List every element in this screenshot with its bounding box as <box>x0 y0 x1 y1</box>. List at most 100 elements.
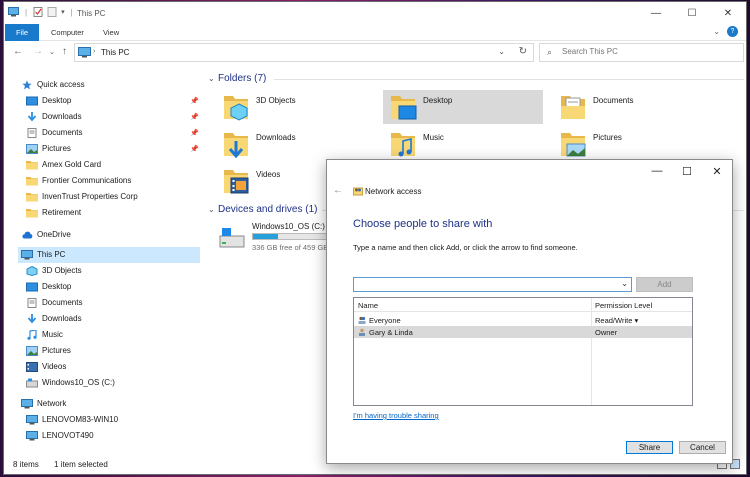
selection-count: 1 item selected <box>54 460 108 469</box>
nav-item-folder[interactable]: Amex Gold Card <box>26 157 101 173</box>
nav-item-drive[interactable]: Windows10_OS (C:) <box>26 375 115 391</box>
pin-icon[interactable]: 📌 <box>190 129 199 137</box>
nav-label: Documents <box>42 128 83 137</box>
properties-icon[interactable] <box>33 7 44 17</box>
refresh-icon[interactable]: ↻ <box>519 46 527 57</box>
folder-tile-downloads[interactable]: Downloads <box>216 127 376 161</box>
nav-item-desktop[interactable]: Desktop <box>26 93 71 109</box>
nav-label: 3D Objects <box>42 266 82 275</box>
people-combo-box[interactable]: ⌄ <box>353 277 632 292</box>
desktop-icon <box>26 96 38 106</box>
dialog-instruction: Type a name and then click Add, or click… <box>353 243 578 252</box>
table-row[interactable]: Everyone Read/Write ▾ <box>354 314 692 326</box>
recent-locations-icon[interactable]: ⌄ <box>49 48 55 56</box>
back-button[interactable]: ← <box>13 46 23 57</box>
navigation-bar: ← → ⌄ ↑ › This PC ⌄ ↻ ⌕ <box>4 41 746 65</box>
folder-tile-documents[interactable]: Documents <box>553 90 713 124</box>
nav-item-videos[interactable]: Videos <box>26 359 66 375</box>
permissions-table: Name Permission Level Everyone Read/Writ… <box>353 297 693 406</box>
nav-label: OneDrive <box>37 230 71 239</box>
nav-network[interactable]: Network <box>21 396 66 412</box>
drive-usage-fill <box>253 234 278 239</box>
tab-file[interactable]: File <box>5 24 39 41</box>
minimize-button[interactable]: — <box>642 160 672 182</box>
column-header-permission[interactable]: Permission Level <box>595 301 652 310</box>
nav-label: Music <box>42 330 63 339</box>
nav-item-downloads[interactable]: Downloads <box>26 311 82 327</box>
quick-access-toolbar: | ▾ | <box>8 7 76 17</box>
people-input[interactable] <box>356 279 616 290</box>
nav-item-desktop[interactable]: Desktop <box>26 279 71 295</box>
forward-button[interactable]: → <box>33 46 43 57</box>
maximize-button[interactable]: ☐ <box>674 2 710 24</box>
nav-item-downloads[interactable]: Downloads <box>26 109 82 125</box>
minimize-button[interactable]: — <box>638 2 674 24</box>
pictures-icon <box>26 144 38 154</box>
collapse-icon[interactable]: ⌄ <box>208 205 215 214</box>
nav-item-folder[interactable]: Frontier Communications <box>26 173 131 189</box>
chevron-down-icon[interactable]: ⌄ <box>498 47 505 56</box>
address-bar[interactable]: › This PC ⌄ ↻ <box>74 43 534 62</box>
table-row[interactable]: Gary & Linda Owner <box>354 326 692 338</box>
cancel-button[interactable]: Cancel <box>679 441 726 454</box>
dialog-title: Network access <box>365 187 422 196</box>
nav-label: Amex Gold Card <box>42 160 102 169</box>
search-input[interactable] <box>562 47 732 56</box>
search-box[interactable]: ⌕ <box>539 43 744 62</box>
pin-icon[interactable]: 📌 <box>190 145 199 153</box>
nav-item-3d-objects[interactable]: 3D Objects <box>26 263 82 279</box>
navigation-pane: Quick access Desktop 📌 Downloads 📌 Docum… <box>4 75 200 455</box>
nav-item-pictures[interactable]: Pictures <box>26 141 71 157</box>
nav-label: Network <box>37 399 67 408</box>
nav-onedrive[interactable]: OneDrive <box>21 227 71 243</box>
folder-tile-3d-objects[interactable]: 3D Objects <box>216 90 376 124</box>
nav-item-computer[interactable]: LENOVOM83-WIN10 <box>26 412 118 428</box>
nav-this-pc[interactable]: This PC <box>18 247 200 263</box>
new-folder-icon[interactable] <box>47 7 58 17</box>
folder-icon <box>26 177 38 186</box>
trouble-sharing-link[interactable]: I'm having trouble sharing <box>353 411 439 420</box>
folder-tile-pictures[interactable]: Pictures <box>553 127 713 161</box>
folders-header[interactable]: Folders (7) <box>218 73 266 84</box>
drive-label: Windows10_OS (C:) <box>252 222 325 231</box>
nav-item-music[interactable]: Music <box>26 327 63 343</box>
maximize-button[interactable]: ☐ <box>672 160 702 182</box>
expand-ribbon-icon[interactable]: ⌄ <box>713 27 720 36</box>
chevron-down-icon[interactable]: ⌄ <box>621 279 628 288</box>
permission-dropdown[interactable]: Read/Write ▾ <box>595 316 638 325</box>
nav-item-folder[interactable]: Retirement <box>26 205 81 221</box>
drives-header[interactable]: Devices and drives (1) <box>218 204 317 215</box>
column-header-name[interactable]: Name <box>358 301 378 310</box>
nav-item-documents[interactable]: Documents <box>26 295 82 311</box>
row-name: Gary & Linda <box>369 328 413 337</box>
drive-icon <box>26 378 38 388</box>
customize-qat-icon[interactable]: ▾ <box>61 8 65 16</box>
tab-computer[interactable]: Computer <box>51 24 84 41</box>
nav-label: Desktop <box>42 96 72 105</box>
network-icon <box>21 399 33 409</box>
pin-icon[interactable]: 📌 <box>190 97 199 105</box>
folder-tile-music[interactable]: Music <box>383 127 543 161</box>
search-icon: ⌕ <box>547 47 553 57</box>
back-button[interactable]: ← <box>333 185 343 196</box>
collapse-icon[interactable]: ⌄ <box>208 74 215 83</box>
nav-label: Documents <box>42 298 83 307</box>
tab-view[interactable]: View <box>103 24 119 41</box>
nav-quick-access[interactable]: Quick access <box>21 77 85 93</box>
close-button[interactable]: ✕ <box>710 2 746 24</box>
nav-item-documents[interactable]: Documents <box>26 125 82 141</box>
nav-item-computer[interactable]: LENOVOT490 <box>26 428 94 444</box>
help-icon[interactable]: ? <box>727 26 738 37</box>
share-button[interactable]: Share <box>626 441 673 454</box>
drive-free-text: 336 GB free of 459 GB <box>252 243 329 252</box>
nav-item-folder[interactable]: InvenTrust Properties Corp <box>26 189 138 205</box>
nav-item-pictures[interactable]: Pictures <box>26 343 71 359</box>
close-button[interactable]: ✕ <box>702 160 732 182</box>
up-button[interactable]: ↑ <box>62 46 67 57</box>
folder-label: 3D Objects <box>256 96 296 105</box>
computer-icon <box>26 431 38 441</box>
breadcrumb[interactable]: This PC <box>101 48 129 57</box>
pin-icon[interactable]: 📌 <box>190 113 199 121</box>
add-button[interactable]: Add <box>636 277 693 292</box>
folder-tile-desktop[interactable]: Desktop <box>383 90 543 124</box>
